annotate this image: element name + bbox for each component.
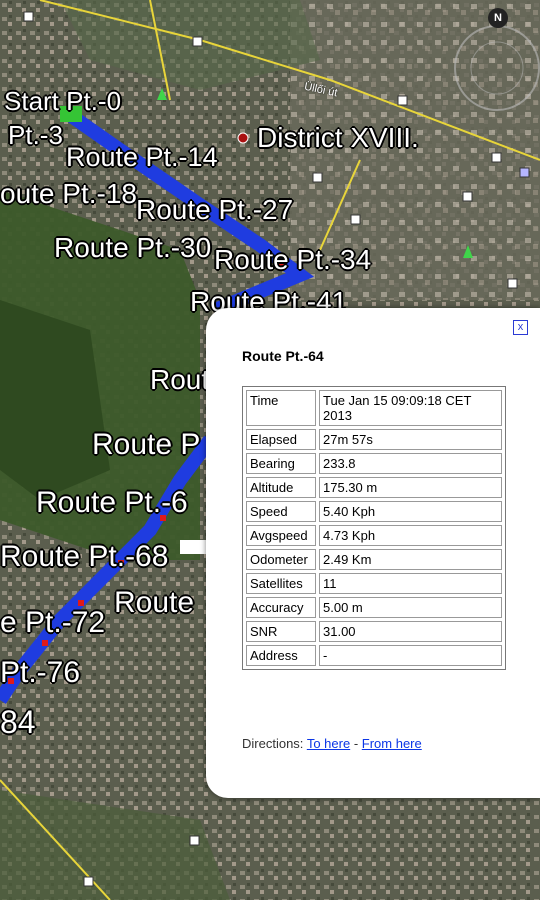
table-row: Time Tue Jan 15 09:09:18 CET 2013	[246, 390, 502, 426]
table-row: Speed 5.40 Kph	[246, 501, 502, 522]
row-value: Tue Jan 15 09:09:18 CET 2013	[319, 390, 502, 426]
route-point-label: Route Pt.-6	[36, 486, 188, 519]
row-value: -	[319, 645, 502, 666]
directions-label: Directions:	[242, 736, 304, 751]
row-key: Speed	[246, 501, 316, 522]
row-key: Bearing	[246, 453, 316, 474]
directions-line: Directions: To here - From here	[242, 736, 422, 751]
route-point-label: Pt.-3	[8, 120, 63, 150]
table-row: Altitude 175.30 m	[246, 477, 502, 498]
table-row: Satellites 11	[246, 573, 502, 594]
directions-separator: -	[353, 736, 359, 751]
route-point-label: Route P	[92, 428, 201, 461]
row-key: Altitude	[246, 477, 316, 498]
popup-title: Route Pt.-64	[242, 348, 324, 364]
table-row: SNR 31.00	[246, 621, 502, 642]
row-key: Accuracy	[246, 597, 316, 618]
row-key: Odometer	[246, 549, 316, 570]
row-value: 27m 57s	[319, 429, 502, 450]
route-point-label: Route	[114, 586, 195, 619]
info-popup: x Route Pt.-64 Time Tue Jan 15 09:09:18 C…	[206, 308, 540, 798]
row-value: 5.00 m	[319, 597, 502, 618]
route-point-label: Start Pt.-0	[4, 86, 122, 116]
row-key: Satellites	[246, 573, 316, 594]
row-key: Elapsed	[246, 429, 316, 450]
route-point-label: 84	[0, 704, 36, 740]
row-value: 2.49 Km	[319, 549, 502, 570]
table-row: Odometer 2.49 Km	[246, 549, 502, 570]
row-value: 4.73 Kph	[319, 525, 502, 546]
row-key: Time	[246, 390, 316, 426]
to-here-link[interactable]: To here	[307, 736, 350, 751]
row-value: 11	[319, 573, 502, 594]
route-point-label: oute Pt.-18	[0, 178, 137, 209]
north-compass-icon[interactable]: N	[488, 8, 508, 28]
from-here-link[interactable]: From here	[362, 736, 422, 751]
row-key: Avgspeed	[246, 525, 316, 546]
row-key: SNR	[246, 621, 316, 642]
table-row: Bearing 233.8	[246, 453, 502, 474]
table-row: Accuracy 5.00 m	[246, 597, 502, 618]
route-point-label: Route Pt.-27	[136, 194, 294, 225]
district-label: District XVIII.	[257, 122, 419, 153]
row-value: 5.40 Kph	[319, 501, 502, 522]
route-point-label: Route Pt.-30	[54, 232, 212, 263]
route-point-label: Route Pt.-34	[214, 244, 372, 275]
point-details-table: Time Tue Jan 15 09:09:18 CET 2013 Elapsed…	[242, 386, 506, 670]
route-point-label: Route Pt.-68	[0, 540, 169, 573]
row-key: Address	[246, 645, 316, 666]
row-value: 175.30 m	[319, 477, 502, 498]
close-icon[interactable]: x	[513, 320, 528, 335]
table-row: Address -	[246, 645, 502, 666]
table-row: Elapsed 27m 57s	[246, 429, 502, 450]
row-value: 233.8	[319, 453, 502, 474]
route-point-label: Route Pt.-14	[66, 142, 218, 172]
route-point-label: e Pt.-72	[0, 606, 106, 639]
route-point-label: Pt.-76	[0, 656, 81, 689]
table-row: Avgspeed 4.73 Kph	[246, 525, 502, 546]
row-value: 31.00	[319, 621, 502, 642]
